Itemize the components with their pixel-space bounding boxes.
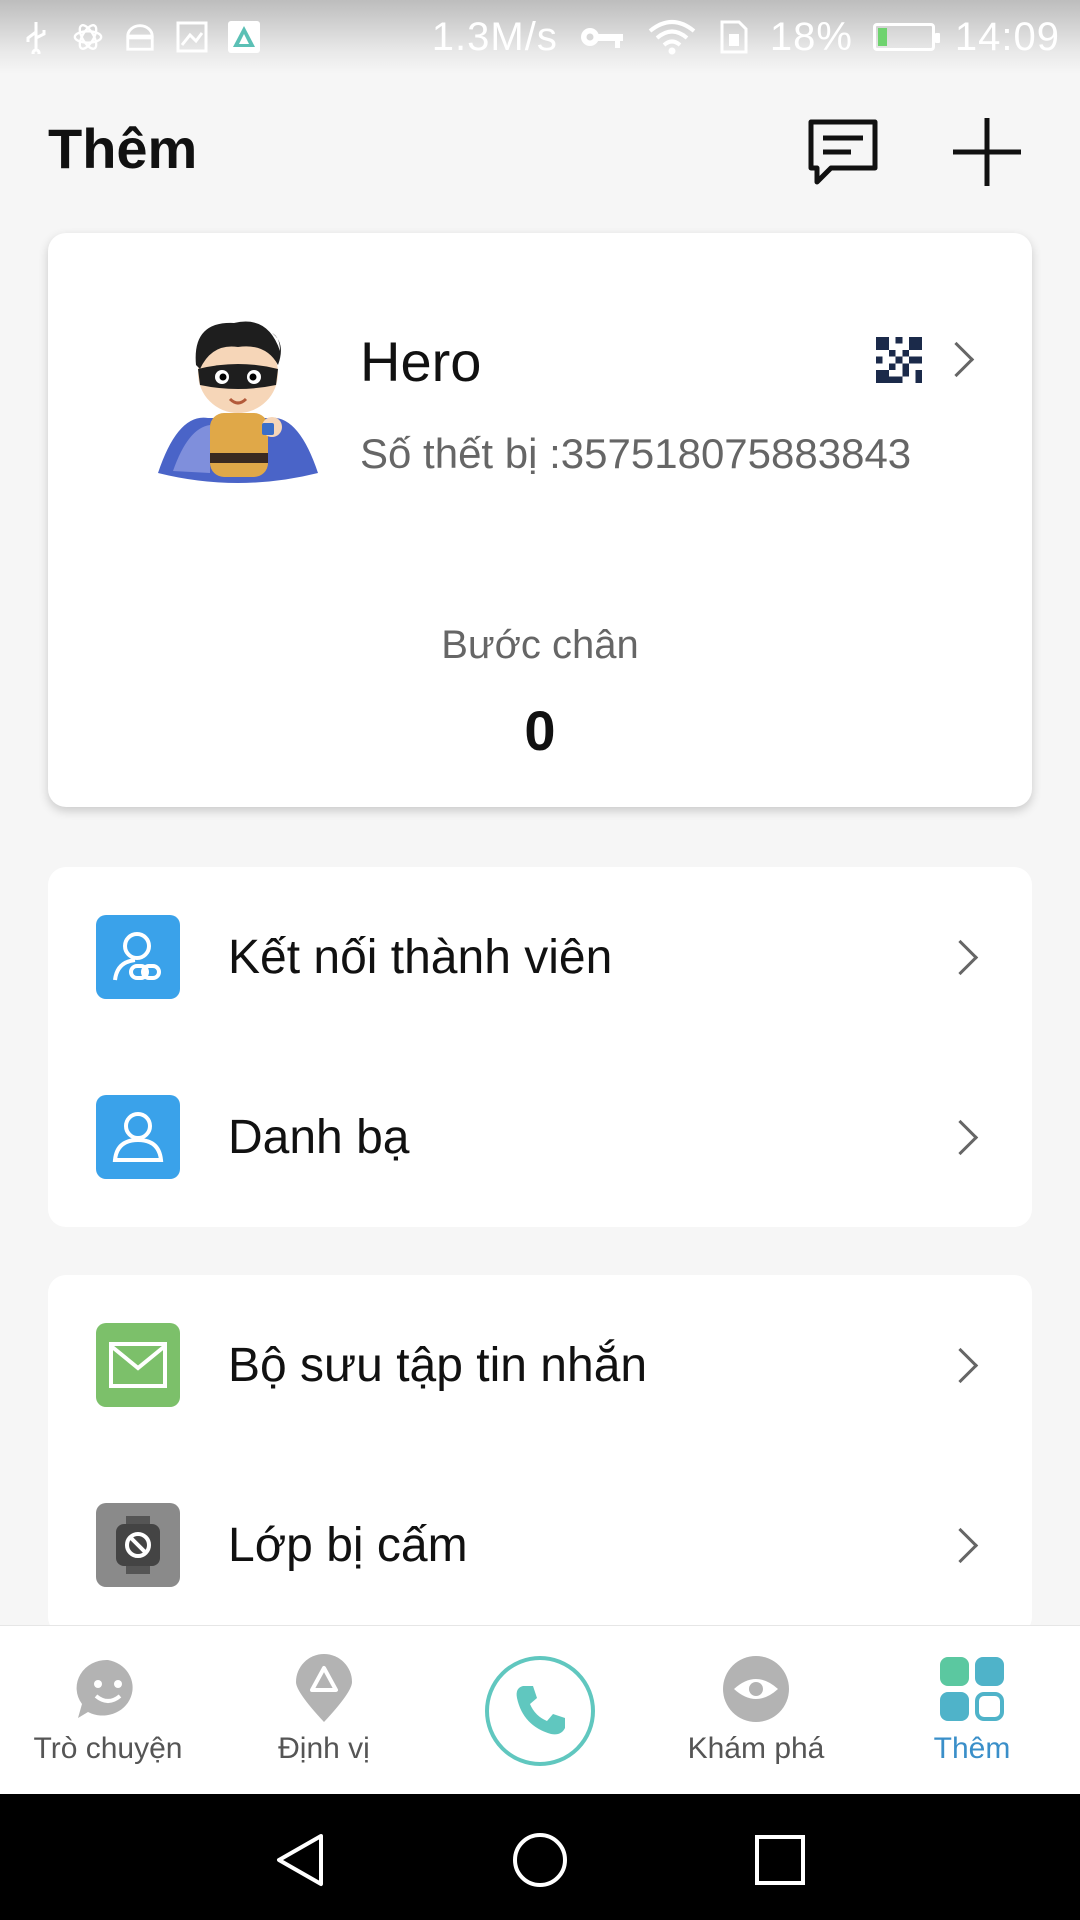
menu-item-label: Bộ sưu tập tin nhắn bbox=[228, 1338, 648, 1392]
tab-label: Trò chuyện bbox=[33, 1732, 183, 1765]
qr-code-icon[interactable] bbox=[876, 337, 922, 383]
message-collection-icon bbox=[96, 1323, 180, 1407]
chat-icon bbox=[73, 1654, 143, 1724]
tab-chat[interactable]: Trò chuyện bbox=[0, 1626, 216, 1795]
tab-label: Định vị bbox=[278, 1732, 370, 1765]
profile-card[interactable]: Hero Số thết bị :357518075883843 Bước ch… bbox=[48, 233, 1032, 807]
app-notification-icon bbox=[228, 21, 260, 53]
atom-icon bbox=[72, 21, 104, 53]
add-icon bbox=[953, 118, 1021, 186]
tab-location[interactable]: Định vị bbox=[216, 1626, 432, 1795]
explore-icon bbox=[721, 1654, 791, 1724]
call-button[interactable] bbox=[485, 1656, 595, 1766]
sim-icon bbox=[718, 20, 750, 54]
battery-icon bbox=[872, 23, 940, 51]
phone-icon bbox=[516, 1686, 565, 1735]
network-speed: 1.3M/s bbox=[431, 14, 558, 59]
battery-percent: 18% bbox=[769, 14, 853, 59]
avatar[interactable] bbox=[148, 303, 328, 483]
chevron-right-icon bbox=[942, 1527, 979, 1563]
location-icon bbox=[289, 1654, 359, 1724]
steps-label: Bước chân bbox=[441, 623, 639, 667]
vpn-key-icon bbox=[578, 21, 626, 53]
menu-item-member-link[interactable]: Kết nối thành viên bbox=[48, 867, 1032, 1047]
menu-item-banned-class[interactable]: Lớp bị cấm bbox=[48, 1455, 1032, 1635]
member-link-icon bbox=[96, 915, 180, 999]
android-icon bbox=[124, 21, 156, 53]
back-icon bbox=[277, 1834, 323, 1886]
clock: 14:09 bbox=[954, 14, 1060, 59]
menu-item-label: Kết nối thành viên bbox=[228, 930, 613, 984]
menu-item-label: Danh bạ bbox=[228, 1110, 410, 1164]
message-icon bbox=[808, 119, 878, 185]
image-icon bbox=[176, 21, 208, 53]
tab-explore[interactable]: Khám phá bbox=[648, 1626, 864, 1795]
status-bar-right: 1.3M/s 18% 14:09 bbox=[432, 15, 1060, 60]
home-button[interactable] bbox=[512, 1832, 568, 1888]
recents-icon bbox=[755, 1835, 805, 1885]
wifi-icon bbox=[646, 20, 698, 55]
add-button[interactable] bbox=[947, 112, 1027, 192]
steps-value: 0 bbox=[524, 699, 556, 762]
bottom-nav: Trò chuyện Định vị Khám phá Thêm bbox=[0, 1625, 1080, 1795]
page-title: Thêm bbox=[48, 117, 198, 180]
tab-label: Thêm bbox=[933, 1732, 1011, 1765]
chevron-right-icon bbox=[938, 341, 975, 378]
back-button[interactable] bbox=[272, 1832, 328, 1888]
tab-more[interactable]: Thêm bbox=[864, 1626, 1080, 1795]
chevron-right-icon bbox=[942, 939, 979, 975]
menu-group-2: Bộ sưu tập tin nhắn Lớp bị cấm bbox=[48, 1275, 1032, 1635]
menu-item-contacts[interactable]: Danh bạ bbox=[48, 1047, 1032, 1227]
recents-button[interactable] bbox=[752, 1832, 808, 1888]
device-number: Số thết bị :357518075883843 bbox=[360, 430, 912, 477]
menu-group-1: Kết nối thành viên Danh bạ bbox=[48, 867, 1032, 1227]
system-navigation-bar bbox=[0, 1794, 1080, 1920]
chevron-right-icon bbox=[942, 1119, 979, 1155]
status-bar: 1.3M/s 18% 14:09 bbox=[0, 0, 1080, 74]
usb-icon bbox=[20, 21, 52, 54]
status-bar-left-icons bbox=[20, 21, 260, 54]
contacts-icon bbox=[96, 1095, 180, 1179]
home-icon bbox=[513, 1833, 567, 1887]
more-apps-icon bbox=[937, 1654, 1007, 1724]
message-button[interactable] bbox=[803, 112, 883, 192]
profile-name: Hero bbox=[360, 330, 482, 393]
chevron-right-icon bbox=[942, 1347, 979, 1383]
menu-item-message-collection[interactable]: Bộ sưu tập tin nhắn bbox=[48, 1275, 1032, 1455]
tab-label: Khám phá bbox=[687, 1732, 825, 1765]
banned-class-icon bbox=[96, 1503, 180, 1587]
menu-item-label: Lớp bị cấm bbox=[228, 1518, 468, 1572]
